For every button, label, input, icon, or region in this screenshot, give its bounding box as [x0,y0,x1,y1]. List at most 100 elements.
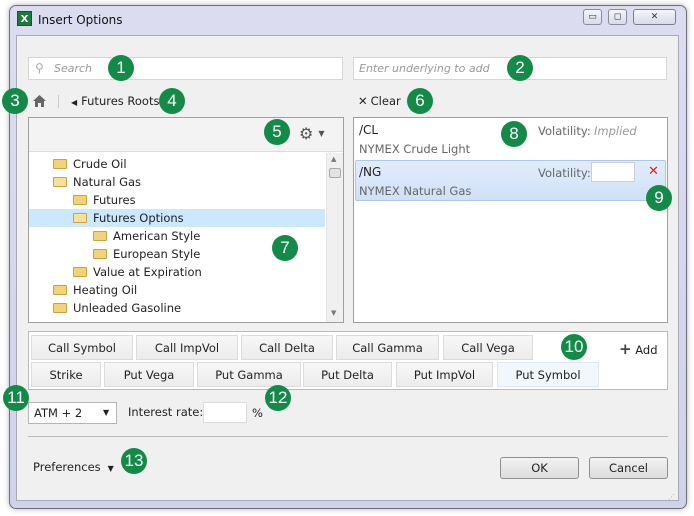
underlying-list: /CL NYMEX Crude Light Volatility: Implie… [353,117,668,323]
folder-icon [93,249,107,259]
callout-badge: 2 [507,55,533,81]
callout-badge: 8 [501,121,527,147]
interest-rate-input[interactable] [203,402,247,423]
futures-roots-back-link[interactable]: ◀ Futures Roots [71,94,159,108]
excel-app-icon: X [17,11,32,26]
column-chip[interactable]: Call Vega [443,335,533,360]
tree-item-label: Futures [93,193,136,207]
column-chip[interactable]: Put Gamma [197,362,301,387]
column-chip[interactable]: Put Symbol [497,362,599,387]
tree-toolbar [29,118,343,152]
breadcrumb-divider [58,95,59,108]
folder-icon [73,195,87,205]
strikes-value: ATM + 2 [34,406,83,420]
close-button[interactable]: ✕ [633,9,676,25]
search-input[interactable]: ⚲ Search [28,57,343,80]
callout-badge: 10 [561,334,587,360]
callout-badge: 13 [121,448,147,474]
folder-icon [73,267,87,277]
plus-icon: + [619,340,632,358]
chevron-down-icon: ▼ [318,129,325,138]
minimize-button[interactable]: ▭ [583,9,602,25]
volatility-input[interactable] [591,162,635,182]
ok-button[interactable]: OK [500,457,579,479]
callout-badge: 1 [108,55,134,81]
underlying-placeholder: Enter underlying to add [359,62,490,75]
interest-rate-label: Interest rate: [128,405,204,419]
home-icon[interactable] [32,94,47,108]
restore-button[interactable]: ◻ [608,9,627,25]
scroll-thumb[interactable] [329,168,341,178]
percent-label: % [252,406,263,420]
column-chip[interactable]: Call Delta [241,335,333,360]
volatility-label: Volatility: [538,166,591,180]
folder-open-icon [53,177,67,187]
chevron-left-icon: ◀ [71,98,78,107]
folder-open-icon [73,213,87,223]
column-chip[interactable]: Call Gamma [336,335,439,360]
chevron-down-icon: ▼ [107,464,114,473]
tree-item[interactable]: Futures Options [29,209,325,227]
underlying-symbol: /CL [359,123,379,137]
callout-badge: 6 [407,88,433,114]
search-icon: ⚲ [35,61,44,75]
callout-badge: 3 [2,88,28,114]
folder-icon [53,159,67,169]
folder-icon [93,231,107,241]
divider [28,436,668,437]
underlying-name: NYMEX Crude Light [359,142,471,156]
chevron-down-icon: ▼ [103,408,110,417]
tree-item[interactable]: Futures [29,191,325,209]
tree-item[interactable]: Crude Oil [29,155,325,173]
callout-badge: 9 [646,185,672,211]
column-chip[interactable]: Put ImpVol [396,362,493,387]
gear-icon: ⚙ [299,124,314,143]
preferences-label: Preferences [33,460,101,474]
underlying-item-ng[interactable]: /NG NYMEX Natural Gas Volatility: ✕ [355,160,666,201]
strikes-dropdown[interactable]: ATM + 2 ▼ [28,402,117,424]
remove-icon[interactable]: ✕ [648,164,659,179]
callout-badge: 5 [264,119,290,145]
column-chip[interactable]: Strike [31,362,101,387]
tree-item-label: Heating Oil [73,283,138,297]
tree-item-label: Crude Oil [73,157,127,171]
column-chip[interactable]: Call Symbol [31,335,133,360]
clear-button[interactable]: ✕ Clear [358,94,401,108]
preferences-dropdown[interactable]: Preferences ▼ [33,460,114,474]
column-chip[interactable]: Call ImpVol [136,335,238,360]
add-label: Add [635,343,658,357]
tree-item[interactable]: Value at Expiration [29,263,325,281]
tree-item-label: Natural Gas [73,175,142,189]
tree-item-label: Futures Options [93,211,184,225]
column-chip[interactable]: Put Delta [303,362,392,387]
tree-item[interactable]: Unleaded Gasoline [29,299,325,317]
tree-item[interactable]: Natural Gas [29,173,325,191]
folder-icon [53,303,67,313]
callout-badge: 7 [272,235,298,261]
back-label: Futures Roots [81,94,160,108]
add-column-button[interactable]: + Add [619,340,658,358]
column-chip[interactable]: Put Vega [104,362,194,387]
tree-item-label: Value at Expiration [93,265,202,279]
volatility-value: Implied [594,124,637,138]
clear-label: Clear [370,94,401,108]
tree-item-label: American Style [113,229,201,243]
tree-item-label: European Style [113,247,201,261]
settings-menu-button[interactable]: ⚙ ▼ [299,124,325,143]
window-title: Insert Options [38,13,123,27]
resize-grip[interactable]: ⋰ [668,493,675,501]
cancel-button[interactable]: Cancel [589,457,668,479]
tree-panel: ⚙ ▼ Crude Oil Natural Gas Futures Futures Op… [28,117,344,323]
underlying-symbol: /NG [359,165,382,179]
volatility-label: Volatility: [538,124,591,138]
callout-badge: 11 [3,385,29,411]
close-icon: ✕ [358,94,368,108]
callout-badge: 4 [159,88,185,114]
search-placeholder: Search [54,62,93,75]
folder-icon [53,285,67,295]
callout-badge: 12 [265,385,291,411]
tree-item[interactable]: Heating Oil [29,281,325,299]
underlying-name: NYMEX Natural Gas [359,184,472,198]
tree-scrollbar[interactable]: ▲ ▼ [326,153,343,322]
tree-item-label: Unleaded Gasoline [73,301,182,315]
